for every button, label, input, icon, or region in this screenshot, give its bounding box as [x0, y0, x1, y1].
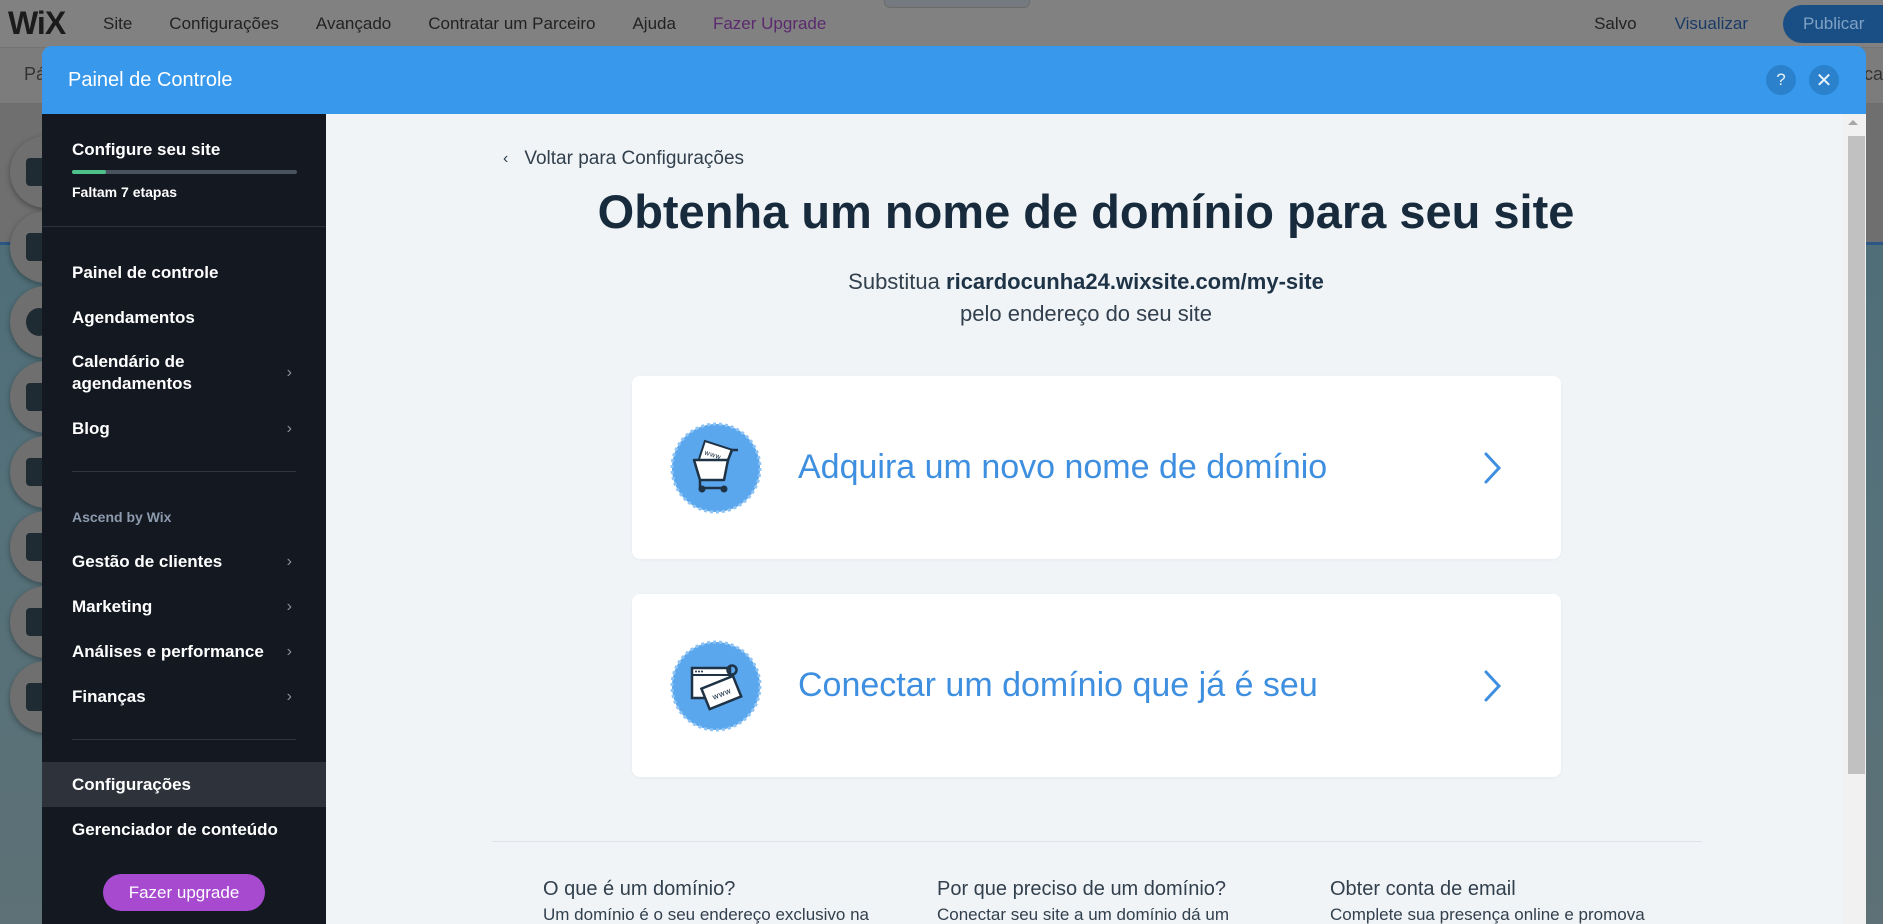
sidebar-item-label: Painel de controle [72, 262, 219, 282]
main-content: ‹ Voltar para Configurações Obtenha um n… [326, 114, 1866, 924]
subtitle-line2: pelo endereço do seu site [960, 301, 1212, 326]
chevron-right-icon [1484, 452, 1502, 483]
secondbar-right-text: ca [1863, 64, 1883, 84]
dashboard-sidebar: Configure seu site Faltam 7 etapas Paine… [42, 114, 326, 924]
setup-progress-fill [72, 170, 106, 174]
faq-why-domain: Por que preciso de um domínio? Conectar … [937, 878, 1287, 924]
close-button[interactable]: ✕ [1809, 65, 1839, 95]
chevron-left-icon: ‹ [503, 150, 509, 167]
sidebar-item-finances[interactable]: Finanças › [42, 674, 326, 719]
faq-text: Um domínio é o seu endereço exclusivo na [543, 905, 870, 924]
sidebar-item-content-manager[interactable]: Gerenciador de conteúdo [42, 807, 326, 852]
connect-domain-label: Conectar um domínio que já é seu [798, 666, 1318, 704]
editor-menu: Site Configurações Avançado Contratar um… [103, 14, 863, 34]
chevron-right-icon: › [286, 552, 292, 570]
sidebar-item-analytics[interactable]: Análises e performance › [42, 629, 326, 674]
menu-site[interactable]: Site [103, 14, 132, 34]
section-label-ascend: Ascend by Wix [72, 509, 172, 525]
modal-body: Configure seu site Faltam 7 etapas Paine… [42, 114, 1866, 924]
menu-help[interactable]: Ajuda [632, 14, 675, 34]
sidebar-group-main: Painel de controle Agendamentos Calendár… [42, 250, 326, 852]
setup-remaining: Faltam 7 etapas [72, 184, 178, 200]
menu-settings[interactable]: Configurações [169, 14, 279, 34]
connect-domain-card[interactable]: www Conectar um domínio que já é seu [632, 594, 1561, 777]
help-icon: ? [1776, 70, 1786, 89]
scrollbar-thumb[interactable] [1848, 136, 1865, 774]
chevron-right-icon: › [286, 419, 292, 437]
menu-hire-partner[interactable]: Contratar um Parceiro [428, 14, 595, 34]
setup-progress-bar [72, 170, 297, 174]
sidebar-item-blog[interactable]: Blog › [42, 406, 326, 451]
sidebar-item-settings[interactable]: Configurações [42, 762, 326, 807]
scroll-up-arrow-icon[interactable] [1848, 120, 1858, 125]
chevron-right-icon: › [286, 642, 292, 660]
sidebar-item-dashboard[interactable]: Painel de controle [42, 250, 326, 295]
menu-upgrade[interactable]: Fazer Upgrade [713, 14, 826, 34]
current-site-url: ricardocunha24.wixsite.com/my-site [946, 269, 1324, 294]
preview-button[interactable]: Visualizar [1675, 14, 1748, 34]
back-to-settings-link[interactable]: ‹ Voltar para Configurações [503, 148, 744, 170]
sidebar-item-marketing[interactable]: Marketing › [42, 584, 326, 629]
faq-text: Complete sua presença online e promova [1330, 905, 1645, 924]
modal-header: Painel de Controle ? ✕ [42, 46, 1866, 114]
sidebar-item-label: Calendário de agendamentos [72, 352, 192, 393]
buy-domain-label: Adquira um novo nome de domínio [798, 448, 1328, 486]
setup-title: Configure seu site [72, 140, 221, 159]
faq-text: Conectar seu site a um domínio dá um [937, 905, 1229, 924]
sidebar-item-bookings[interactable]: Agendamentos [42, 295, 326, 340]
editor-topbar: WiX Site Configurações Avançado Contrata… [0, 0, 1883, 48]
editor-actions: Salvo Visualizar Publicar [1594, 0, 1883, 48]
scrollbar[interactable] [1842, 114, 1866, 924]
help-button[interactable]: ? [1766, 65, 1796, 95]
upgrade-button[interactable]: Fazer upgrade [103, 874, 265, 911]
content-divider [492, 841, 1702, 842]
sidebar-item-customer-management[interactable]: Gestão de clientes › [42, 539, 326, 584]
chevron-right-icon [1484, 670, 1502, 701]
faq-title: Obter conta de email [1330, 878, 1516, 900]
chevron-right-icon: › [286, 364, 292, 381]
wix-logo: WiX [8, 5, 66, 41]
setup-progress[interactable]: Configure seu site Faltam 7 etapas [72, 140, 297, 200]
sidebar-divider [42, 226, 326, 227]
chevron-right-icon: › [286, 687, 292, 705]
shopping-cart-www-icon: www [670, 422, 762, 514]
faq-title: O que é um domínio? [543, 878, 736, 900]
back-label: Voltar para Configurações [524, 148, 745, 169]
sidebar-item-label: Configurações [72, 774, 192, 794]
page-title: Obtenha um nome de domínio para seu site [597, 185, 1575, 238]
publish-button[interactable]: Publicar [1783, 5, 1883, 43]
subtitle-prefix: Substitua [848, 269, 940, 294]
sidebar-item-label: Gerenciador de conteúdo [72, 819, 278, 839]
sidebar-item-label: Marketing [72, 596, 153, 616]
sidebar-item-label: Finanças [72, 686, 146, 706]
saved-status: Salvo [1594, 14, 1637, 33]
browser-www-tag-icon: www [670, 640, 762, 732]
page-subtitle: Substitua ricardocunha24.wixsite.com/my-… [316, 266, 1856, 330]
sidebar-item-label: Agendamentos [72, 307, 195, 327]
chevron-right-icon: › [286, 597, 292, 615]
sidebar-item-booking-calendar[interactable]: Calendário de agendamentos › [42, 340, 326, 406]
faq-title: Por que preciso de um domínio? [937, 878, 1227, 900]
editor-top-tab[interactable] [884, 0, 1030, 8]
menu-advanced[interactable]: Avançado [316, 14, 391, 34]
close-icon: ✕ [1815, 69, 1833, 92]
faq-what-is-domain: O que é um domínio? Um domínio é o seu e… [543, 878, 893, 924]
sidebar-item-label: Gestão de clientes [72, 551, 223, 571]
faq-email-account: Obter conta de email Complete sua presen… [1330, 878, 1680, 924]
sidebar-item-label: Análises e performance [72, 641, 264, 661]
buy-domain-card[interactable]: www Adquira um novo nome de domínio [632, 376, 1561, 559]
dashboard-modal: Painel de Controle ? ✕ Configure seu sit… [42, 46, 1866, 924]
sidebar-item-label: Blog [72, 418, 110, 438]
modal-title: Painel de Controle [68, 68, 233, 91]
